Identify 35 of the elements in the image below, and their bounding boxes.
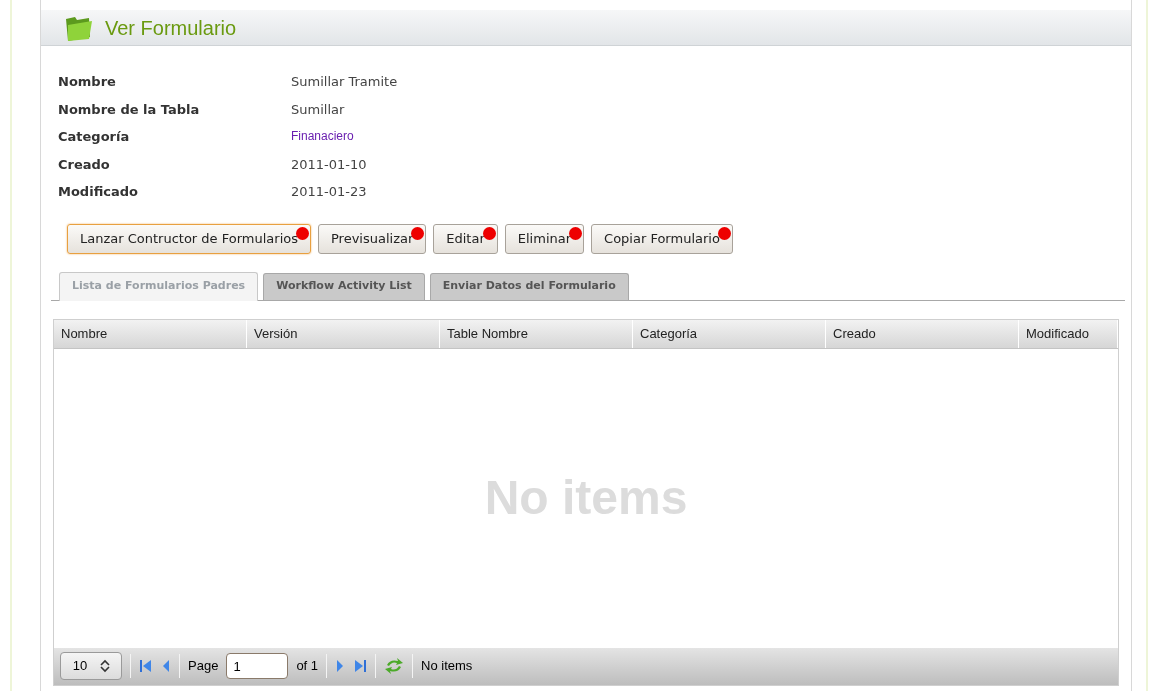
category-link[interactable]: Finanaciero: [291, 127, 354, 147]
field-label: Nombre: [58, 73, 117, 91]
field-value: Sumillar: [291, 100, 345, 119]
page-total: of 1: [296, 657, 319, 676]
last-page-icon[interactable]: [353, 659, 368, 673]
page-label: Page: [188, 657, 219, 676]
page-size-select[interactable]: 10: [60, 652, 122, 680]
pager-status: No items: [421, 657, 473, 676]
field-value: 2011-01-23: [291, 183, 367, 201]
tab[interactable]: Enviar Datos del Formulario: [429, 272, 629, 300]
field-value: 2011-01-10: [291, 155, 367, 174]
page-input[interactable]: 1: [226, 653, 289, 679]
action-button[interactable]: Previsualizar: [318, 223, 427, 254]
previous-page-icon[interactable]: [161, 659, 171, 673]
field-label: Creado: [58, 155, 111, 174]
first-page-icon[interactable]: [139, 659, 153, 673]
action-button[interactable]: Eliminar: [504, 223, 585, 254]
refresh-icon[interactable]: [384, 658, 405, 674]
field-label: Nombre de la Tabla: [58, 100, 201, 119]
page-title: Ver Formulario: [105, 15, 237, 41]
spinner-icon: [99, 659, 111, 673]
column-header[interactable]: Categoría: [633, 319, 826, 348]
action-button[interactable]: Copiar Formulario: [591, 223, 733, 254]
column-header[interactable]: Modificado: [1019, 319, 1118, 348]
next-page-icon[interactable]: [335, 659, 346, 673]
field-value: Sumillar Tramite: [291, 73, 398, 91]
field-label: Modificado: [58, 183, 139, 201]
column-header[interactable]: Versión: [247, 319, 440, 348]
column-header[interactable]: Creado: [826, 319, 1019, 348]
tab[interactable]: Workflow Activity List: [263, 272, 425, 300]
action-button[interactable]: Lanzar Contructor de Formularios: [67, 223, 311, 254]
action-button[interactable]: Editar: [433, 223, 498, 254]
field-label: Categoría: [58, 128, 131, 146]
column-header[interactable]: Table Nombre: [440, 319, 633, 348]
column-header[interactable]: Nombre: [54, 319, 247, 348]
